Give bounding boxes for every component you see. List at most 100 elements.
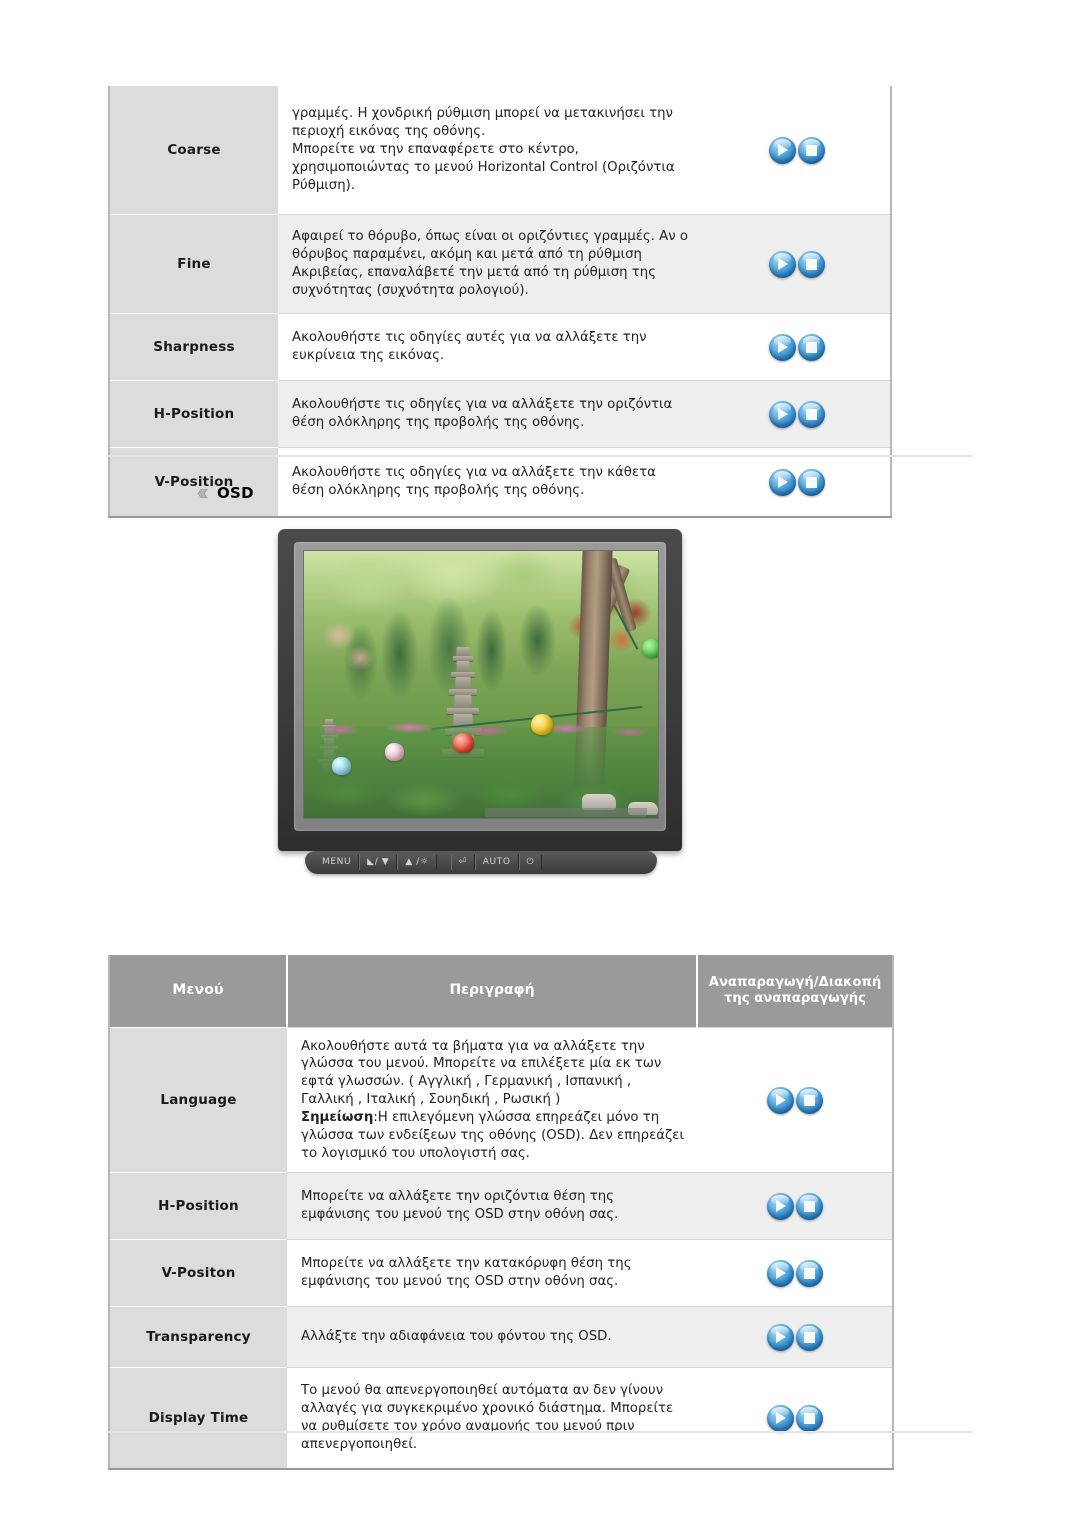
row-description: Μπορείτε να αλλάξετε την κατακόρυφη θέση… xyxy=(287,1239,697,1307)
table-row: V-Positon Μπορείτε να αλλάξετε την κατακ… xyxy=(109,1239,893,1307)
screen-flower-bed xyxy=(304,711,658,749)
row-playback-icons xyxy=(704,447,891,517)
play-button[interactable] xyxy=(769,400,796,428)
description-text: γραμμές. Η χονδρική ρύθμιση μπορεί να με… xyxy=(292,106,675,193)
row-description: Ακολουθήστε τις οδηγίες αυτές για να αλλ… xyxy=(278,313,704,381)
osd-settings-table: Μενού Περιγραφή Αναπαραγωγή/Διακοπή της … xyxy=(108,955,894,1470)
play-button[interactable] xyxy=(769,250,796,278)
osd-heading-label: OSD xyxy=(217,484,254,502)
header-menu: Μενού xyxy=(109,955,288,1028)
row-playback-icons xyxy=(697,1239,893,1307)
play-button[interactable] xyxy=(766,1404,794,1432)
monitor-illustration: MENU ◣/ ▼ ▲ /☼ ⏎ AUTO ⏻ xyxy=(272,527,690,887)
row-menu-label: H-Position xyxy=(109,380,278,448)
table-row: Language Ακολουθήστε αυτά τα βήματα για … xyxy=(109,1027,893,1173)
play-button[interactable] xyxy=(769,468,796,496)
play-icon xyxy=(767,1193,794,1220)
screen-lantern-blue xyxy=(332,756,352,775)
play-icon xyxy=(769,137,796,164)
contrast-down-label: / ▼ xyxy=(374,857,390,868)
playback-button-pair xyxy=(766,1192,824,1220)
brightness-up-label: ▲ / xyxy=(405,857,420,868)
contrast-down-button[interactable]: ◣/ ▼ xyxy=(359,855,398,870)
play-button[interactable] xyxy=(766,1259,794,1287)
screen-lantern-green xyxy=(641,639,658,659)
playback-button-pair xyxy=(768,468,826,496)
menu-button[interactable]: MENU xyxy=(315,855,360,870)
stop-button[interactable] xyxy=(798,136,825,164)
table-row: Sharpness Ακολουθήστε τις οδηγίες αυτές … xyxy=(109,313,891,381)
stop-icon xyxy=(796,1087,823,1114)
playback-button-pair xyxy=(766,1323,824,1351)
stop-icon xyxy=(798,251,825,278)
stop-button[interactable] xyxy=(798,468,825,496)
stop-icon xyxy=(798,469,825,496)
play-button[interactable] xyxy=(769,136,796,164)
row-description: Ακολουθήστε αυτά τα βήματα για να αλλάξε… xyxy=(287,1027,697,1173)
table-row: Coarse γραμμές. Η χονδρική ρύθμιση μπορε… xyxy=(109,86,891,215)
row-description: Ακολουθήστε τις οδηγίες για να αλλάξετε … xyxy=(278,380,704,448)
row-playback-icons xyxy=(697,1367,893,1469)
screen-lantern-pink xyxy=(385,743,405,762)
arrow-bullet-icon xyxy=(196,487,209,500)
monitor-control-panel: MENU ◣/ ▼ ▲ /☼ ⏎ AUTO ⏻ xyxy=(272,849,690,879)
stop-button[interactable] xyxy=(795,1323,823,1351)
auto-button[interactable]: AUTO xyxy=(474,855,519,870)
row-description: Αλλάξτε την αδιαφάνεια του φόντου της OS… xyxy=(287,1306,697,1368)
screen-lantern-yellow xyxy=(530,713,553,735)
play-icon xyxy=(769,401,796,428)
stop-button[interactable] xyxy=(795,1404,823,1432)
manual-page: Coarse γραμμές. Η χονδρική ρύθμιση μπορε… xyxy=(0,0,1080,1528)
row-menu-label: V-Position xyxy=(109,447,278,518)
description-text: Ακολουθήστε αυτά τα βήματα για να αλλάξε… xyxy=(301,1038,662,1108)
playback-button-pair xyxy=(768,333,826,361)
stop-icon xyxy=(798,334,825,361)
image-settings-table: Coarse γραμμές. Η χονδρική ρύθμιση μπορε… xyxy=(108,86,892,518)
playback-button-pair xyxy=(768,136,826,164)
screen-osd-indicator-strip xyxy=(484,808,648,817)
row-playback-icons xyxy=(704,380,891,448)
monitor-chassis xyxy=(278,529,682,851)
brightness-up-button[interactable]: ▲ /☼ xyxy=(397,855,437,870)
table-row: Transparency Αλλάξτε την αδιαφάνεια του … xyxy=(109,1306,893,1368)
stop-icon xyxy=(796,1193,823,1220)
stop-button[interactable] xyxy=(798,400,825,428)
power-button[interactable]: ⏻ xyxy=(518,855,543,870)
section-divider-bottom xyxy=(108,1431,972,1433)
play-button[interactable] xyxy=(766,1086,794,1114)
playback-button-pair xyxy=(768,400,826,428)
play-button[interactable] xyxy=(769,333,796,361)
stop-icon xyxy=(796,1324,823,1351)
play-icon xyxy=(769,469,796,496)
row-menu-label: Transparency xyxy=(109,1306,287,1368)
row-playback-icons xyxy=(704,86,891,215)
play-icon xyxy=(767,1405,794,1432)
enter-source-button[interactable]: ⏎ xyxy=(450,855,475,870)
row-description: Αφαιρεί το θόρυβο, όπως είναι οι οριζόντ… xyxy=(278,214,704,314)
row-description: Ακολουθήστε τις οδηγίες για να αλλάξετε … xyxy=(278,447,704,517)
osd-settings-table-body: Μενού Περιγραφή Αναπαραγωγή/Διακοπή της … xyxy=(109,955,893,1470)
table-row: H-Position Μπορείτε να αλλάξετε την οριζ… xyxy=(109,1172,893,1240)
stop-icon xyxy=(798,137,825,164)
play-button[interactable] xyxy=(766,1192,794,1220)
row-menu-label: Coarse xyxy=(109,86,278,215)
header-description: Περιγραφή xyxy=(287,955,698,1028)
header-playback: Αναπαραγωγή/Διακοπή της αναπαραγωγής xyxy=(697,955,893,1028)
stop-icon xyxy=(796,1260,823,1287)
playback-button-pair xyxy=(766,1086,824,1114)
stop-button[interactable] xyxy=(795,1192,823,1220)
image-settings-table-body: Coarse γραμμές. Η χονδρική ρύθμιση μπορε… xyxy=(109,86,891,518)
row-menu-label: Fine xyxy=(109,214,278,314)
play-button[interactable] xyxy=(766,1323,794,1351)
stop-icon xyxy=(796,1405,823,1432)
stop-button[interactable] xyxy=(798,333,825,361)
stop-button[interactable] xyxy=(798,250,825,278)
stop-icon xyxy=(798,401,825,428)
stop-button[interactable] xyxy=(795,1259,823,1287)
row-menu-label: H-Position xyxy=(109,1172,287,1240)
playback-button-pair xyxy=(768,250,826,278)
playback-button-pair xyxy=(766,1404,824,1432)
playback-button-pair xyxy=(766,1259,824,1287)
stop-button[interactable] xyxy=(795,1086,823,1114)
monitor-screen xyxy=(303,550,659,819)
